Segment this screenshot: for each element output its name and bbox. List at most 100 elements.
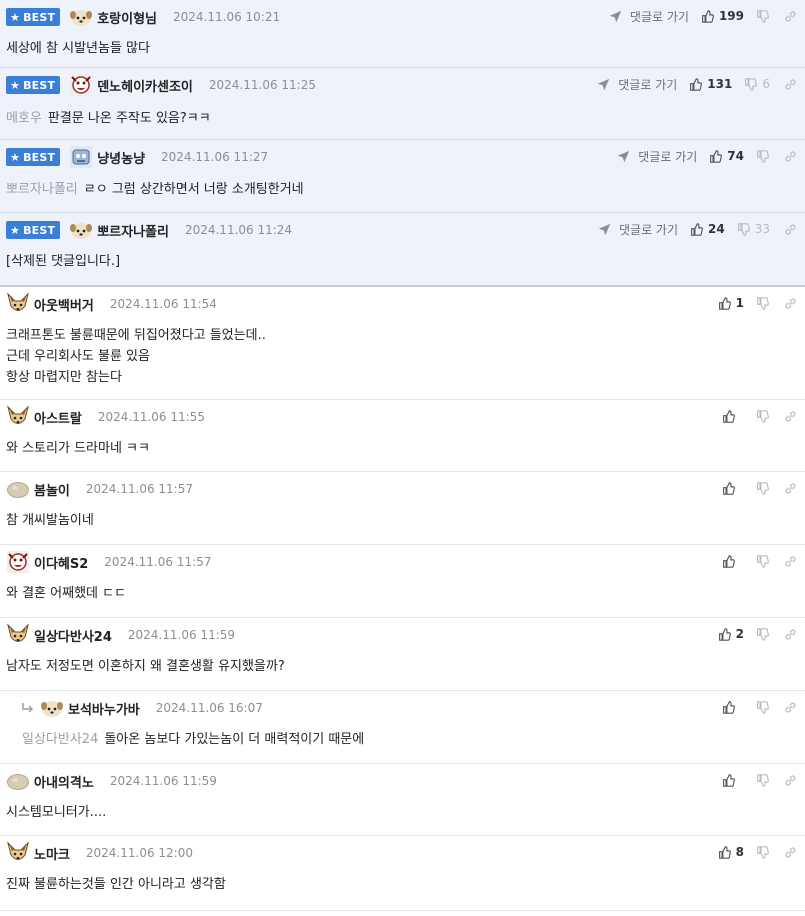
comment-meta: 일상다반사24 2024.11.06 11:59 bbox=[6, 623, 236, 647]
thumbs-down-icon bbox=[756, 773, 769, 787]
comment-nickname[interactable]: 호랑이형님 bbox=[97, 8, 157, 27]
dislike-button[interactable] bbox=[756, 409, 770, 423]
avatar[interactable] bbox=[6, 405, 30, 429]
comment-actions bbox=[722, 478, 797, 498]
comment-nickname[interactable]: 일상다반사24 bbox=[34, 626, 112, 645]
like-button[interactable]: 131 bbox=[689, 77, 732, 91]
like-button[interactable] bbox=[722, 773, 744, 787]
dislike-button[interactable] bbox=[756, 481, 770, 495]
best-badge-label: BEST bbox=[23, 10, 56, 24]
dislike-button[interactable]: 33 bbox=[737, 222, 770, 236]
comment-date: 2024.11.06 11:24 bbox=[184, 223, 293, 237]
comment-meta: ★ BEST 덴노헤이카센조이 2024.11.06 11:25 bbox=[6, 73, 316, 97]
share-link-button[interactable] bbox=[784, 701, 797, 714]
dislike-button[interactable] bbox=[756, 773, 770, 787]
best-badge: ★ BEST bbox=[6, 76, 61, 94]
comment-body: 참 개씨발놈이네 bbox=[6, 510, 795, 531]
like-button[interactable]: 74 bbox=[709, 149, 744, 163]
share-link-button[interactable] bbox=[784, 628, 797, 641]
thumbs-down-icon bbox=[756, 627, 769, 641]
thumbs-up-icon bbox=[722, 700, 735, 714]
goto-reply-link[interactable]: 댓글로 가기 bbox=[617, 148, 697, 165]
share-link-button[interactable] bbox=[784, 150, 797, 163]
thumbs-up-icon bbox=[722, 773, 735, 787]
share-link-button[interactable] bbox=[784, 78, 797, 91]
comment-nickname[interactable]: 덴노헤이카센조이 bbox=[97, 76, 193, 95]
dislike-button[interactable] bbox=[756, 700, 770, 714]
share-link-button[interactable] bbox=[784, 10, 797, 23]
comment-actions: 1 bbox=[718, 293, 797, 313]
share-link-button[interactable] bbox=[784, 410, 797, 423]
comment-list: ★ BEST 호랑이형님 2024.11.06 10:21 댓글로 가기 199 세상에 참… bbox=[0, 0, 805, 911]
avatar[interactable] bbox=[6, 292, 30, 316]
like-button[interactable]: 24 bbox=[690, 222, 725, 236]
comment-nickname[interactable]: 노마크 bbox=[34, 844, 70, 863]
avatar[interactable] bbox=[6, 623, 30, 647]
comment-nickname[interactable]: 아내의격노 bbox=[34, 772, 94, 791]
dislike-button[interactable]: 6 bbox=[744, 77, 770, 91]
like-button[interactable] bbox=[722, 409, 744, 423]
thumbs-down-icon bbox=[756, 700, 769, 714]
comment-date: 2024.11.06 10:21 bbox=[173, 10, 281, 24]
like-button[interactable]: 1 bbox=[718, 296, 744, 310]
like-count: 74 bbox=[727, 149, 744, 163]
avatar[interactable] bbox=[40, 696, 64, 720]
best-badge-label: BEST bbox=[23, 78, 56, 92]
comment: 아스트랄 2024.11.06 11:55 와 스토리가 드라마네 ㅋㅋ bbox=[0, 400, 805, 472]
like-button[interactable]: 8 bbox=[718, 845, 744, 859]
comment-nickname[interactable]: 봄놀이 bbox=[34, 480, 70, 499]
avatar[interactable] bbox=[6, 769, 30, 793]
like-button[interactable] bbox=[722, 700, 744, 714]
avatar[interactable] bbox=[6, 477, 30, 501]
quoted-nickname[interactable]: 뽀르자나폴리 bbox=[6, 182, 78, 197]
like-button[interactable] bbox=[722, 481, 744, 495]
dislike-button[interactable] bbox=[756, 627, 770, 641]
quoted-nickname[interactable]: 일상다반사24 bbox=[22, 732, 98, 747]
thumbs-down-icon bbox=[756, 9, 769, 23]
avatar[interactable] bbox=[69, 145, 93, 169]
quoted-nickname[interactable]: 메호우 bbox=[6, 111, 42, 126]
comment-nickname[interactable]: 아웃백버거 bbox=[34, 295, 94, 314]
comment-nickname[interactable]: 냥녕농냥 bbox=[97, 148, 145, 167]
comment: 이다혜S2 2024.11.06 11:57 와 결혼 어째했데 ㄷㄷ bbox=[0, 545, 805, 618]
share-link-button[interactable] bbox=[784, 297, 797, 310]
avatar[interactable] bbox=[69, 5, 93, 29]
dislike-button[interactable] bbox=[756, 149, 770, 163]
avatar[interactable] bbox=[69, 218, 93, 242]
comment-meta: 보석바누가바 2024.11.06 16:07 bbox=[20, 698, 263, 718]
share-link-button[interactable] bbox=[784, 223, 797, 236]
thumbs-up-icon bbox=[722, 554, 735, 568]
dislike-button[interactable] bbox=[756, 9, 770, 23]
goto-reply-label: 댓글로 가기 bbox=[619, 222, 679, 237]
comment-text: 판결문 나온 주작도 있음?ㅋㅋ bbox=[47, 111, 211, 126]
avatar[interactable] bbox=[6, 550, 30, 574]
goto-reply-link[interactable]: 댓글로 가기 bbox=[598, 221, 678, 238]
avatar[interactable] bbox=[6, 841, 30, 865]
comment-body: 일상다반사24 돌아온 놈보다 가있는놈이 더 매력적이기 때문에 bbox=[22, 729, 795, 750]
like-button[interactable]: 2 bbox=[718, 627, 744, 641]
best-badge-label: BEST bbox=[23, 150, 56, 164]
comment: 일상다반사24 2024.11.06 11:59 2 남자도 저정도면 이혼하지 왜 … bbox=[0, 618, 805, 691]
goto-reply-link[interactable]: 댓글로 가기 bbox=[609, 8, 689, 25]
dislike-button[interactable] bbox=[756, 845, 770, 859]
thumbs-up-icon bbox=[722, 409, 735, 423]
comment-date: 2024.11.06 11:59 bbox=[109, 774, 217, 788]
like-button[interactable]: 199 bbox=[701, 9, 744, 23]
goto-reply-link[interactable]: 댓글로 가기 bbox=[597, 76, 677, 93]
share-link-button[interactable] bbox=[784, 846, 797, 859]
dislike-button[interactable] bbox=[756, 554, 770, 568]
comment-meta: 아웃백버거 2024.11.06 11:54 bbox=[6, 292, 217, 316]
avatar[interactable] bbox=[69, 73, 93, 97]
share-link-button[interactable] bbox=[784, 482, 797, 495]
reply-arrow-icon bbox=[20, 701, 36, 715]
share-link-button[interactable] bbox=[784, 555, 797, 568]
share-link-button[interactable] bbox=[784, 774, 797, 787]
like-button[interactable] bbox=[722, 554, 744, 568]
comment-nickname[interactable]: 이다혜S2 bbox=[34, 553, 88, 572]
comment-nickname[interactable]: 뽀르자나폴리 bbox=[97, 221, 169, 240]
comment-text: 시스템모니터가.... bbox=[6, 805, 107, 820]
dislike-button[interactable] bbox=[756, 296, 770, 310]
comment-date: 2024.11.06 11:59 bbox=[127, 628, 236, 642]
comment-nickname[interactable]: 보석바누가바 bbox=[68, 699, 140, 718]
comment-nickname[interactable]: 아스트랄 bbox=[34, 408, 82, 427]
